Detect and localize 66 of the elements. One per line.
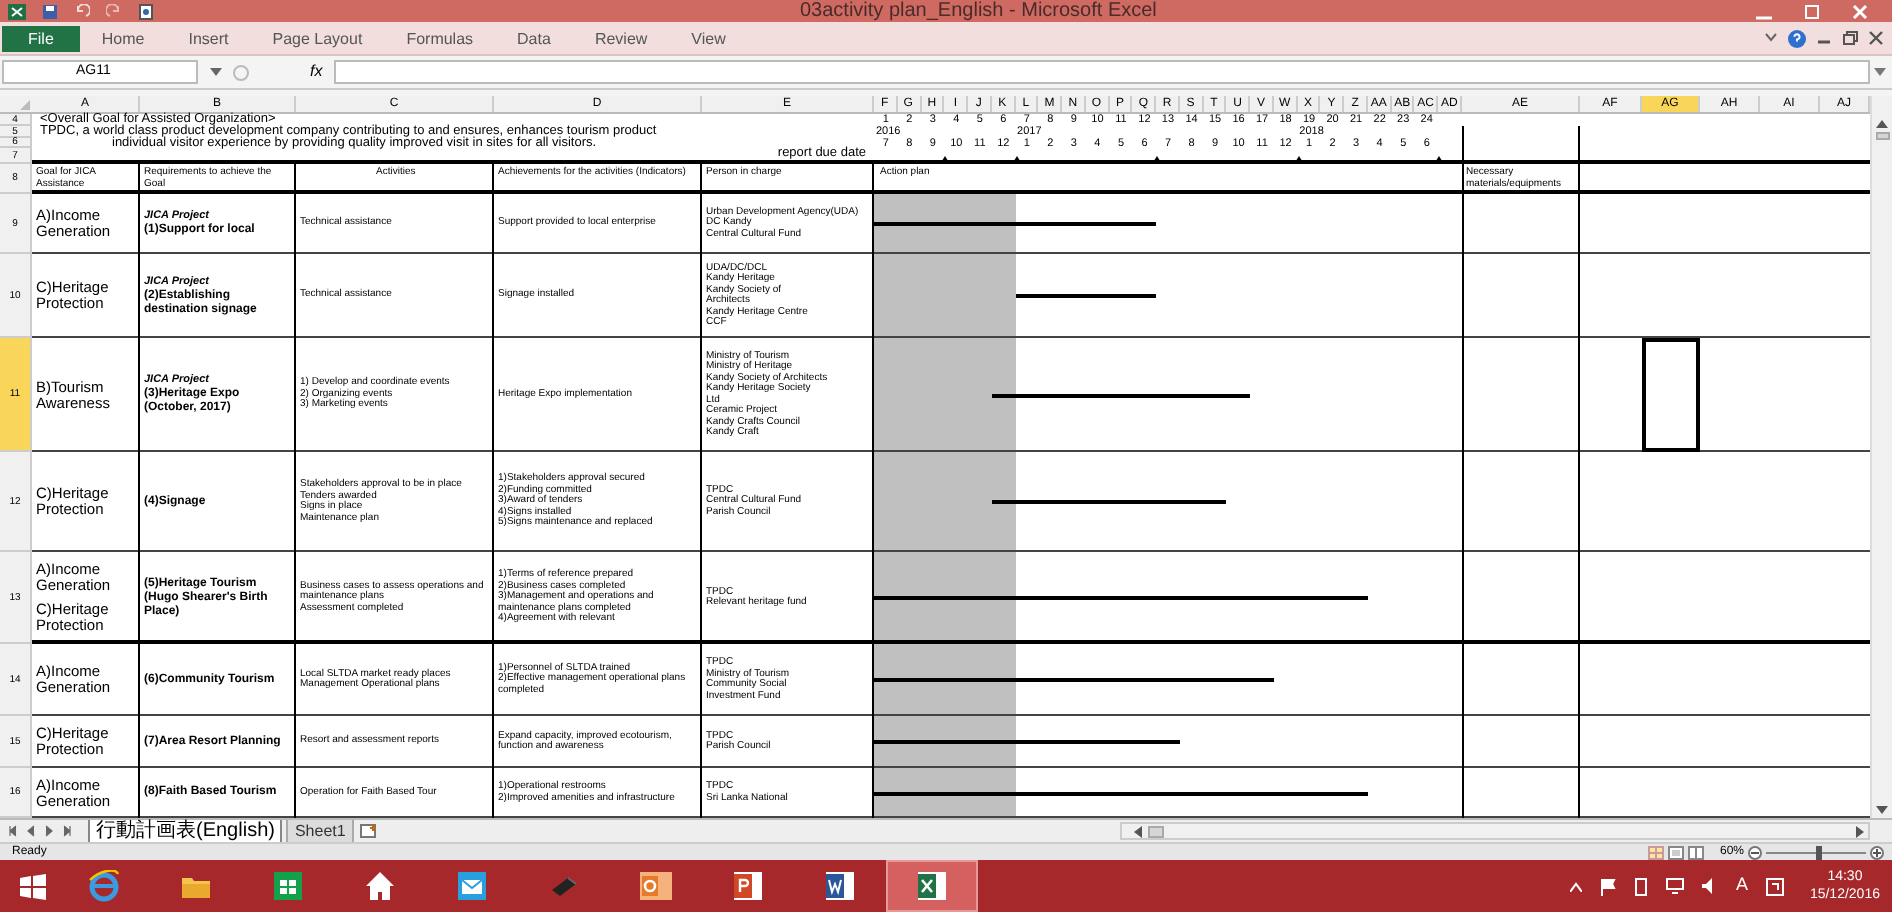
browser-icon [88,870,120,902]
materials-cell [1462,452,1580,552]
last-sheet-icon[interactable] [62,824,72,838]
next-sheet-icon[interactable] [44,824,54,838]
close-icon[interactable] [1868,30,1884,46]
scroll-up-icon[interactable] [1876,120,1888,128]
store-icon [272,870,304,902]
file-tab[interactable]: File [2,25,80,51]
ribbon-tab[interactable]: Insert [166,25,251,51]
word-icon [824,870,856,902]
keyboard-icon[interactable] [1765,877,1784,895]
home-icon [364,870,396,902]
save-icon[interactable] [42,3,58,19]
battery-icon[interactable] [1633,877,1648,895]
maximize-icon[interactable] [1804,3,1820,19]
scrollbar-thumb[interactable] [1148,825,1164,837]
caret-icon[interactable] [1874,67,1886,77]
print-preview-icon[interactable] [138,3,154,19]
help-icon[interactable] [1788,29,1806,47]
excel-icon[interactable] [8,3,26,19]
taskbar-button[interactable] [886,860,978,912]
ribbon-tab[interactable]: Data [495,25,573,51]
insert-sheet-icon[interactable] [359,824,378,838]
speaker-icon[interactable] [1701,878,1718,894]
scroll-right-icon[interactable] [1856,825,1864,837]
materials-cell [1462,338,1580,452]
scroll-down-icon[interactable] [1876,806,1888,814]
excel-icon [916,870,948,902]
selected-cell[interactable] [1642,338,1700,452]
zoom-slider-thumb[interactable] [1816,845,1822,859]
restore-icon[interactable] [1842,30,1858,46]
scrollbar-thumb[interactable] [1875,132,1889,140]
zoom-in-icon[interactable] [1870,845,1884,859]
materials-cell [1462,716,1580,768]
input-language[interactable]: A [1735,872,1748,900]
windows-start-icon[interactable] [20,873,46,899]
vertical-scrollbar[interactable] [1870,96,1892,818]
flag-icon[interactable] [1599,877,1616,895]
formula-input[interactable] [334,60,1870,84]
chevron-up-icon[interactable] [1569,881,1582,891]
outlook-icon [638,870,674,902]
caret-icon[interactable] [210,67,222,77]
ribbon-tab[interactable]: Page Layout [250,25,385,51]
ribbon-tab[interactable]: Review [572,25,670,51]
ribbon-tab[interactable]: View [669,25,748,51]
page-layout-icon[interactable] [1667,845,1684,859]
undo-icon[interactable] [74,3,90,19]
ribbon-tab[interactable]: Home [79,25,167,51]
network-icon[interactable] [1665,878,1684,894]
insert-function-button[interactable]: fx [310,62,323,82]
mail-icon [456,870,488,902]
sheet-tab[interactable]: 行動計画表(English) [88,820,283,842]
zoom-out-icon[interactable] [1748,845,1762,859]
sheet-tab[interactable]: Sheet1 [286,820,354,842]
powerpoint-icon [732,870,764,902]
window-title: 03activity plan_English - Microsoft Excel [800,0,1157,22]
materials-cell [1462,644,1580,716]
ribbon-tab[interactable]: Formulas [384,25,496,51]
scroll-left-icon[interactable] [1134,825,1142,837]
folder-icon [180,872,212,900]
previous-sheet-icon[interactable] [26,824,36,838]
first-sheet-icon[interactable] [8,824,18,838]
caret-icon[interactable] [1764,32,1778,44]
horizontal-scrollbar[interactable] [1120,822,1870,840]
materials-cell [1462,254,1580,338]
page-break-icon[interactable] [1687,845,1704,859]
